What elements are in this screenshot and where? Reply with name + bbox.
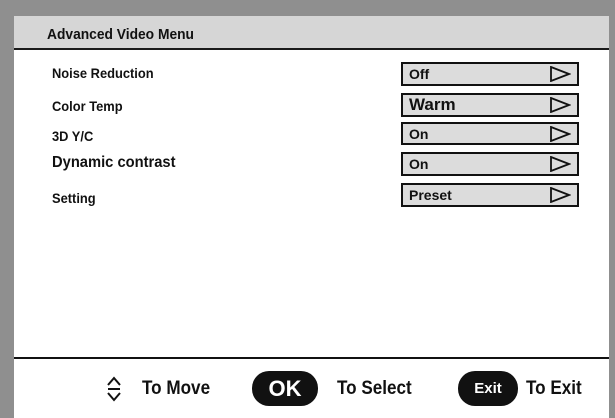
footer-bar: To Move OK To Select Exit To Exit [14, 357, 609, 418]
frame-left-border [0, 0, 14, 418]
frame-right-border [609, 0, 615, 418]
setting-value: Preset [409, 187, 452, 203]
select-hint: To Select [337, 378, 412, 399]
3d-yc-selector[interactable]: On [401, 122, 579, 145]
label-color-temp: Color Temp [52, 98, 123, 114]
3d-yc-value: On [409, 125, 429, 142]
frame-top-border [0, 0, 615, 16]
label-3d-yc: 3D Y/C [52, 128, 94, 144]
move-hint: To Move [142, 378, 211, 399]
exit-hint: To Exit [526, 378, 582, 399]
menu-screen: Advanced Video Menu Noise Reduction Off … [0, 0, 615, 418]
up-down-arrows-icon [107, 376, 121, 402]
ok-button[interactable]: OK [252, 371, 318, 406]
setting-selector[interactable]: Preset [401, 183, 579, 207]
noise-reduction-selector[interactable]: Off [401, 62, 579, 86]
ok-button-label: OK [268, 376, 302, 401]
color-temp-value: Warm [409, 95, 456, 114]
right-triangle-outline-icon[interactable] [549, 187, 571, 203]
color-temp-selector[interactable]: Warm [401, 93, 579, 117]
dynamic-contrast-value: On [409, 156, 429, 172]
right-triangle-outline-icon[interactable] [549, 156, 571, 172]
exit-button[interactable]: Exit [458, 371, 518, 406]
right-triangle-outline-icon[interactable] [549, 66, 571, 82]
dynamic-contrast-selector[interactable]: On [401, 152, 579, 176]
menu-title: Advanced Video Menu [47, 26, 194, 43]
noise-reduction-value: Off [409, 66, 430, 82]
exit-button-label: Exit [474, 380, 502, 397]
right-triangle-outline-icon[interactable] [549, 97, 571, 113]
right-triangle-outline-icon[interactable] [549, 125, 571, 142]
label-dynamic-contrast: Dynamic contrast [52, 154, 176, 171]
label-noise-reduction: Noise Reduction [52, 65, 154, 81]
label-setting: Setting [52, 190, 96, 206]
title-bar: Advanced Video Menu [14, 16, 609, 50]
